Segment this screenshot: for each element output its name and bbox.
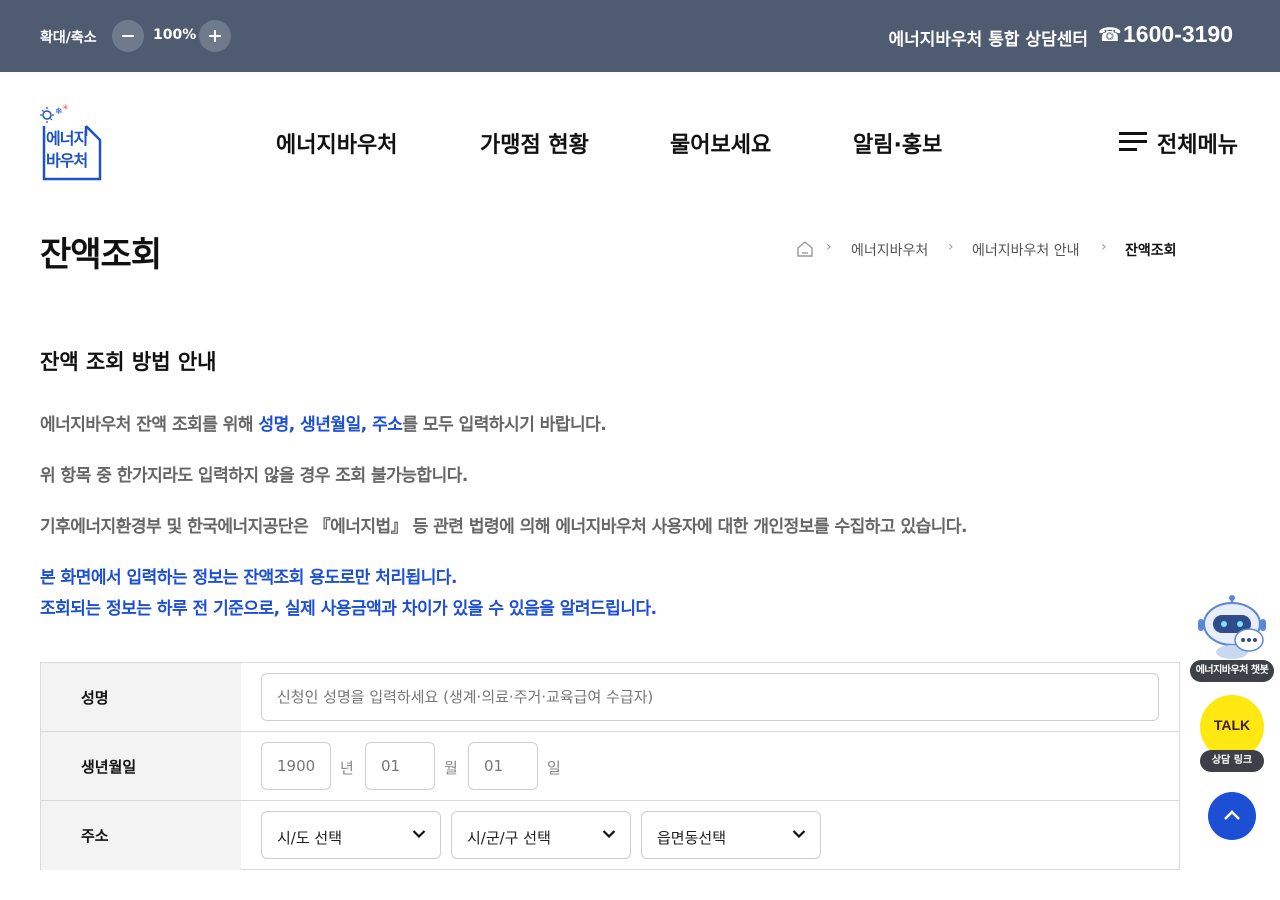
home-icon[interactable]: [796, 240, 814, 258]
page-title: 잔액조회: [40, 235, 162, 275]
chevron-right-icon: ›: [948, 239, 954, 255]
consult-center-label: 에너지바우처 통합 상담센터: [888, 30, 1088, 50]
name-row: 성명: [41, 663, 1179, 732]
month-unit: 월: [444, 759, 458, 777]
guide-paragraph: 기후에너지환경부 및 한국에너지공단은 『에너지법』 등 관련 법령에 의해 에…: [40, 517, 967, 537]
top-bar: 확대/축소 100% 에너지바우처 통합 상담센터 ☎ 1600-3190: [0, 0, 1280, 72]
eupmyeondong-select[interactable]: 읍면동선택: [641, 811, 821, 859]
all-menu-label: 전체메뉴: [1157, 133, 1238, 158]
phone-icon: ☎: [1098, 24, 1122, 46]
address-row: 주소 시/도 선택 시/군/구 선택 읍면동선택: [41, 801, 1179, 870]
scroll-top-button[interactable]: [1208, 792, 1256, 840]
birth-month-input[interactable]: [365, 742, 435, 790]
chevron-right-icon: ›: [826, 239, 832, 255]
guide-title: 잔액 조회 방법 안내: [40, 350, 217, 374]
minus-icon: [122, 35, 134, 37]
zoom-in-button[interactable]: [199, 20, 231, 52]
nav-energy-voucher[interactable]: 에너지바우처: [276, 127, 397, 159]
chevron-down-icon: [412, 830, 426, 839]
zoom-value: 100%: [153, 27, 197, 43]
logo-text: 에너지 바우처: [46, 129, 88, 170]
chevron-up-icon: [1224, 810, 1240, 820]
nav-notice[interactable]: 알림·홍보: [853, 127, 942, 159]
zoom-out-button[interactable]: [112, 20, 144, 52]
breadcrumb-item[interactable]: 에너지바우처 안내: [972, 240, 1080, 260]
balance-form: 성명 생년월일 년 월 일 주소 시/도 선택 시/군/구 선택 읍면동선택: [40, 662, 1180, 870]
chatbot-label: 에너지바우처 챗봇: [1190, 660, 1274, 682]
hamburger-icon: [1119, 132, 1147, 152]
day-unit: 일: [547, 759, 561, 777]
chatbot-button[interactable]: 에너지바우처 챗봇: [1189, 594, 1275, 684]
zoom-label: 확대/축소: [40, 30, 97, 46]
chevron-down-icon: [792, 830, 806, 839]
talk-label: 상담 링크: [1200, 750, 1264, 772]
kakao-talk-button[interactable]: TALK 상담 링크: [1199, 694, 1265, 776]
birth-year-input[interactable]: [261, 742, 331, 790]
name-label: 성명: [81, 689, 109, 707]
breadcrumb-current: 잔액조회: [1125, 243, 1177, 259]
year-unit: 년: [340, 759, 354, 777]
birth-label: 생년월일: [81, 758, 137, 776]
nav-stores[interactable]: 가맹점 현황: [480, 127, 589, 159]
chevron-right-icon: ›: [1101, 239, 1107, 255]
required-fields-highlight: 성명, 생년월일, 주소: [258, 415, 403, 435]
chevron-down-icon: [602, 830, 616, 839]
phone-number[interactable]: 1600-3190: [1123, 21, 1233, 48]
breadcrumb-item[interactable]: 에너지바우처: [851, 240, 928, 260]
sido-select[interactable]: 시/도 선택: [261, 811, 441, 859]
guide-paragraph: 위 항목 중 한가지라도 입력하지 않을 경우 조회 불가능합니다.: [40, 466, 468, 486]
birth-day-input[interactable]: [468, 742, 538, 790]
guide-notice: 조회되는 정보는 하루 전 기준으로, 실제 사용금액과 차이가 있을 수 있음…: [40, 599, 657, 619]
guide-paragraph: 에너지바우처 잔액 조회를 위해 성명, 생년월일, 주소를 모두 입력하시기 …: [40, 415, 607, 435]
address-label: 주소: [81, 827, 109, 845]
logo[interactable]: ❄ ✳ 에너지 바우처: [40, 102, 104, 182]
name-input[interactable]: [261, 673, 1159, 721]
birth-row: 생년월일 년 월 일: [41, 732, 1179, 801]
sigungu-select[interactable]: 시/군/구 선택: [451, 811, 631, 859]
robot-icon: [1198, 595, 1266, 659]
svg-text:✳: ✳: [62, 103, 69, 112]
guide-notice: 본 화면에서 입력하는 정보는 잔액조회 용도로만 처리됩니다.: [40, 568, 457, 588]
nav-faq[interactable]: 물어보세요: [670, 127, 771, 159]
